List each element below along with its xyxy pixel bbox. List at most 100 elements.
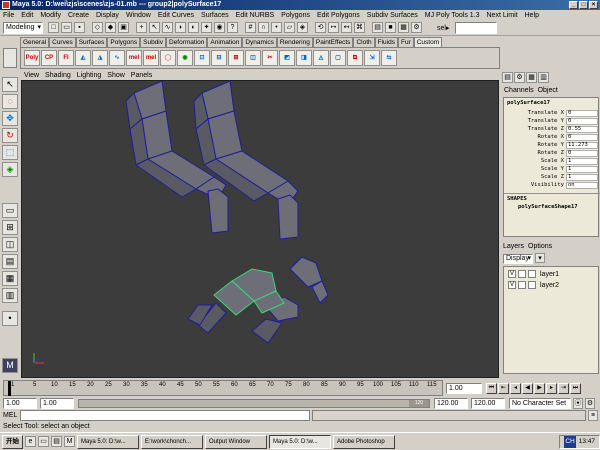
save-scene-icon[interactable]: ▪ bbox=[74, 22, 85, 33]
tab-polygons[interactable]: Polygons bbox=[107, 37, 141, 47]
layout-options-icon[interactable]: • bbox=[2, 311, 18, 326]
playback-start-field[interactable]: 1.00 bbox=[40, 398, 74, 409]
smooth-icon[interactable]: ◫ bbox=[245, 50, 261, 66]
tab-layer-options[interactable]: Options bbox=[528, 243, 552, 250]
play-backwards-icon[interactable]: ◀ bbox=[522, 383, 533, 394]
menu-edit-polygons[interactable]: Edit Polygons bbox=[317, 12, 360, 19]
tool-settings-toggle-icon[interactable]: ⚙ bbox=[514, 72, 525, 83]
hypershade-layout-icon[interactable]: ▦ bbox=[2, 271, 18, 286]
layer-visibility-toggle[interactable]: V bbox=[508, 270, 516, 278]
range-track[interactable]: 120 bbox=[78, 399, 430, 408]
tab-paint-effects[interactable]: PaintEffects bbox=[312, 37, 354, 47]
layer-template-toggle[interactable] bbox=[518, 270, 526, 278]
ipr-render-icon[interactable]: ▦ bbox=[398, 22, 409, 33]
tab-dynamics[interactable]: Dynamics bbox=[242, 37, 277, 47]
select-component-icon[interactable]: ▣ bbox=[118, 22, 129, 33]
tab-fur[interactable]: Fur bbox=[397, 37, 414, 47]
range-handle[interactable]: 120 bbox=[409, 400, 429, 407]
channel-value[interactable]: 0.55 bbox=[566, 126, 598, 133]
channel-scale-x[interactable]: Scale X 1 bbox=[504, 158, 600, 166]
triangulate-icon[interactable]: ◬ bbox=[313, 50, 329, 66]
close-button[interactable]: × bbox=[589, 1, 598, 9]
menu-surfaces[interactable]: Surfaces bbox=[201, 12, 229, 19]
tab-curves[interactable]: Curves bbox=[49, 37, 76, 47]
select-hierarchy-icon[interactable]: ◇ bbox=[92, 22, 103, 33]
mask-curves-icon[interactable]: ∿ bbox=[162, 22, 173, 33]
menu-mj-poly-tools[interactable]: MJ Poly Tools 1.3 bbox=[425, 12, 480, 19]
input-language-indicator[interactable]: CH bbox=[564, 435, 576, 448]
append-poly-icon[interactable]: ∿ bbox=[109, 50, 125, 66]
split-poly-icon[interactable]: ◭ bbox=[75, 50, 91, 66]
tab-channels[interactable]: Channels bbox=[504, 87, 534, 96]
mel-script-2-icon[interactable]: mel bbox=[143, 50, 159, 66]
task-explorer[interactable]: E:\work\chonch... bbox=[141, 434, 203, 449]
step-back-frame-icon[interactable]: ◂ bbox=[510, 383, 521, 394]
extract-icon[interactable]: ⇲ bbox=[364, 50, 380, 66]
mask-handles-icon[interactable]: + bbox=[136, 22, 147, 33]
attribute-editor-toggle-icon[interactable]: ▤ bbox=[502, 72, 513, 83]
rotate-tool-icon[interactable]: ↻ bbox=[2, 128, 18, 143]
task-maya-1[interactable]: Maya 5.0: D:\w... bbox=[77, 434, 139, 449]
menu-polygons[interactable]: Polygons bbox=[281, 12, 310, 19]
channel-value[interactable]: 11.273 bbox=[566, 142, 598, 149]
subdivide-icon[interactable]: ◨ bbox=[296, 50, 312, 66]
mask-joints-icon[interactable]: ↖ bbox=[149, 22, 160, 33]
channel-rotate-y[interactable]: Rotate Y 11.273 bbox=[504, 142, 600, 150]
layer-color-swatch[interactable] bbox=[528, 281, 536, 289]
layer-color-swatch[interactable] bbox=[528, 270, 536, 278]
tab-cloth[interactable]: Cloth bbox=[353, 37, 375, 47]
single-perspective-layout-icon[interactable]: ▭ bbox=[2, 203, 18, 218]
duplicate-face-icon[interactable]: ⧉ bbox=[347, 50, 363, 66]
menu-modify[interactable]: Modify bbox=[40, 12, 61, 19]
menu-edit[interactable]: Edit bbox=[21, 12, 33, 19]
open-scene-icon[interactable]: ▭ bbox=[61, 22, 72, 33]
tab-rendering[interactable]: Rendering bbox=[276, 37, 313, 47]
menu-create[interactable]: Create bbox=[68, 12, 89, 19]
tab-subdiv[interactable]: Subdiv bbox=[140, 37, 166, 47]
step-forward-frame-icon[interactable]: ▸ bbox=[546, 383, 557, 394]
layer-template-toggle[interactable] bbox=[518, 281, 526, 289]
animation-end-field[interactable]: 120.00 bbox=[471, 398, 505, 409]
cut-faces-icon[interactable]: ✂ bbox=[262, 50, 278, 66]
menu-edit-curves[interactable]: Edit Curves bbox=[158, 12, 194, 19]
channel-value[interactable]: 0 bbox=[566, 150, 598, 157]
menu-help[interactable]: Help bbox=[525, 12, 539, 19]
script-editor-icon[interactable]: ≡ bbox=[588, 410, 598, 421]
minimize-button[interactable]: _ bbox=[569, 1, 578, 9]
quick-launch-desktop-icon[interactable]: ▭ bbox=[38, 436, 49, 447]
persp-graph-hypergraph-layout-icon[interactable]: ▥ bbox=[2, 288, 18, 303]
channel-translate-z[interactable]: Translate Z 0.55 bbox=[504, 126, 600, 134]
merge-icon[interactable]: ⊡ bbox=[194, 50, 210, 66]
persp-graph-layout-icon[interactable]: ▤ bbox=[2, 254, 18, 269]
viewport-menu-show[interactable]: Show bbox=[107, 72, 125, 79]
animation-prefs-icon[interactable]: ⚙ bbox=[585, 398, 595, 409]
start-button[interactable]: 开始 bbox=[2, 434, 23, 449]
go-to-start-icon[interactable]: ⏮ bbox=[486, 383, 497, 394]
channel-value[interactable]: 0 bbox=[566, 134, 598, 141]
tab-general[interactable]: General bbox=[20, 37, 50, 47]
viewport-menu-panels[interactable]: Panels bbox=[131, 72, 152, 79]
lasso-tool-icon[interactable]: ◌ bbox=[2, 94, 18, 109]
mode-select[interactable]: Modeling ▾ bbox=[3, 22, 43, 34]
output-ops-icon[interactable]: ↤ bbox=[341, 22, 352, 33]
snap-grid-icon[interactable]: # bbox=[245, 22, 256, 33]
cp-tool-icon[interactable]: CP bbox=[41, 50, 57, 66]
channel-box-toggle-icon[interactable]: ▦ bbox=[526, 72, 537, 83]
command-input[interactable] bbox=[20, 410, 310, 421]
channel-translate-x[interactable]: Translate X 0 bbox=[504, 110, 600, 118]
quick-launch-maya-icon[interactable]: M bbox=[64, 436, 75, 447]
render-globals-icon[interactable]: ⚙ bbox=[411, 22, 422, 33]
viewport-menu-shading[interactable]: Shading bbox=[45, 72, 71, 79]
four-view-layout-icon[interactable]: ⊞ bbox=[2, 220, 18, 235]
channel-value[interactable]: on bbox=[566, 182, 598, 189]
channel-scale-y[interactable]: Scale Y 1 bbox=[504, 166, 600, 174]
channel-value[interactable]: 1 bbox=[566, 158, 598, 165]
menu-edit-nurbs[interactable]: Edit NURBS bbox=[236, 12, 275, 19]
layer-row-layer2[interactable]: V layer2 bbox=[508, 281, 596, 291]
scale-tool-icon[interactable]: ⬚ bbox=[2, 145, 18, 160]
selection-input[interactable] bbox=[455, 22, 497, 34]
perspective-viewport[interactable] bbox=[21, 80, 499, 378]
time-slider[interactable]: 1 5 10 15 20 25 30 35 40 45 50 55 60 65 … bbox=[0, 378, 600, 398]
quadrangulate-icon[interactable]: ▢ bbox=[330, 50, 346, 66]
task-output-window[interactable]: Output Window bbox=[205, 434, 267, 449]
